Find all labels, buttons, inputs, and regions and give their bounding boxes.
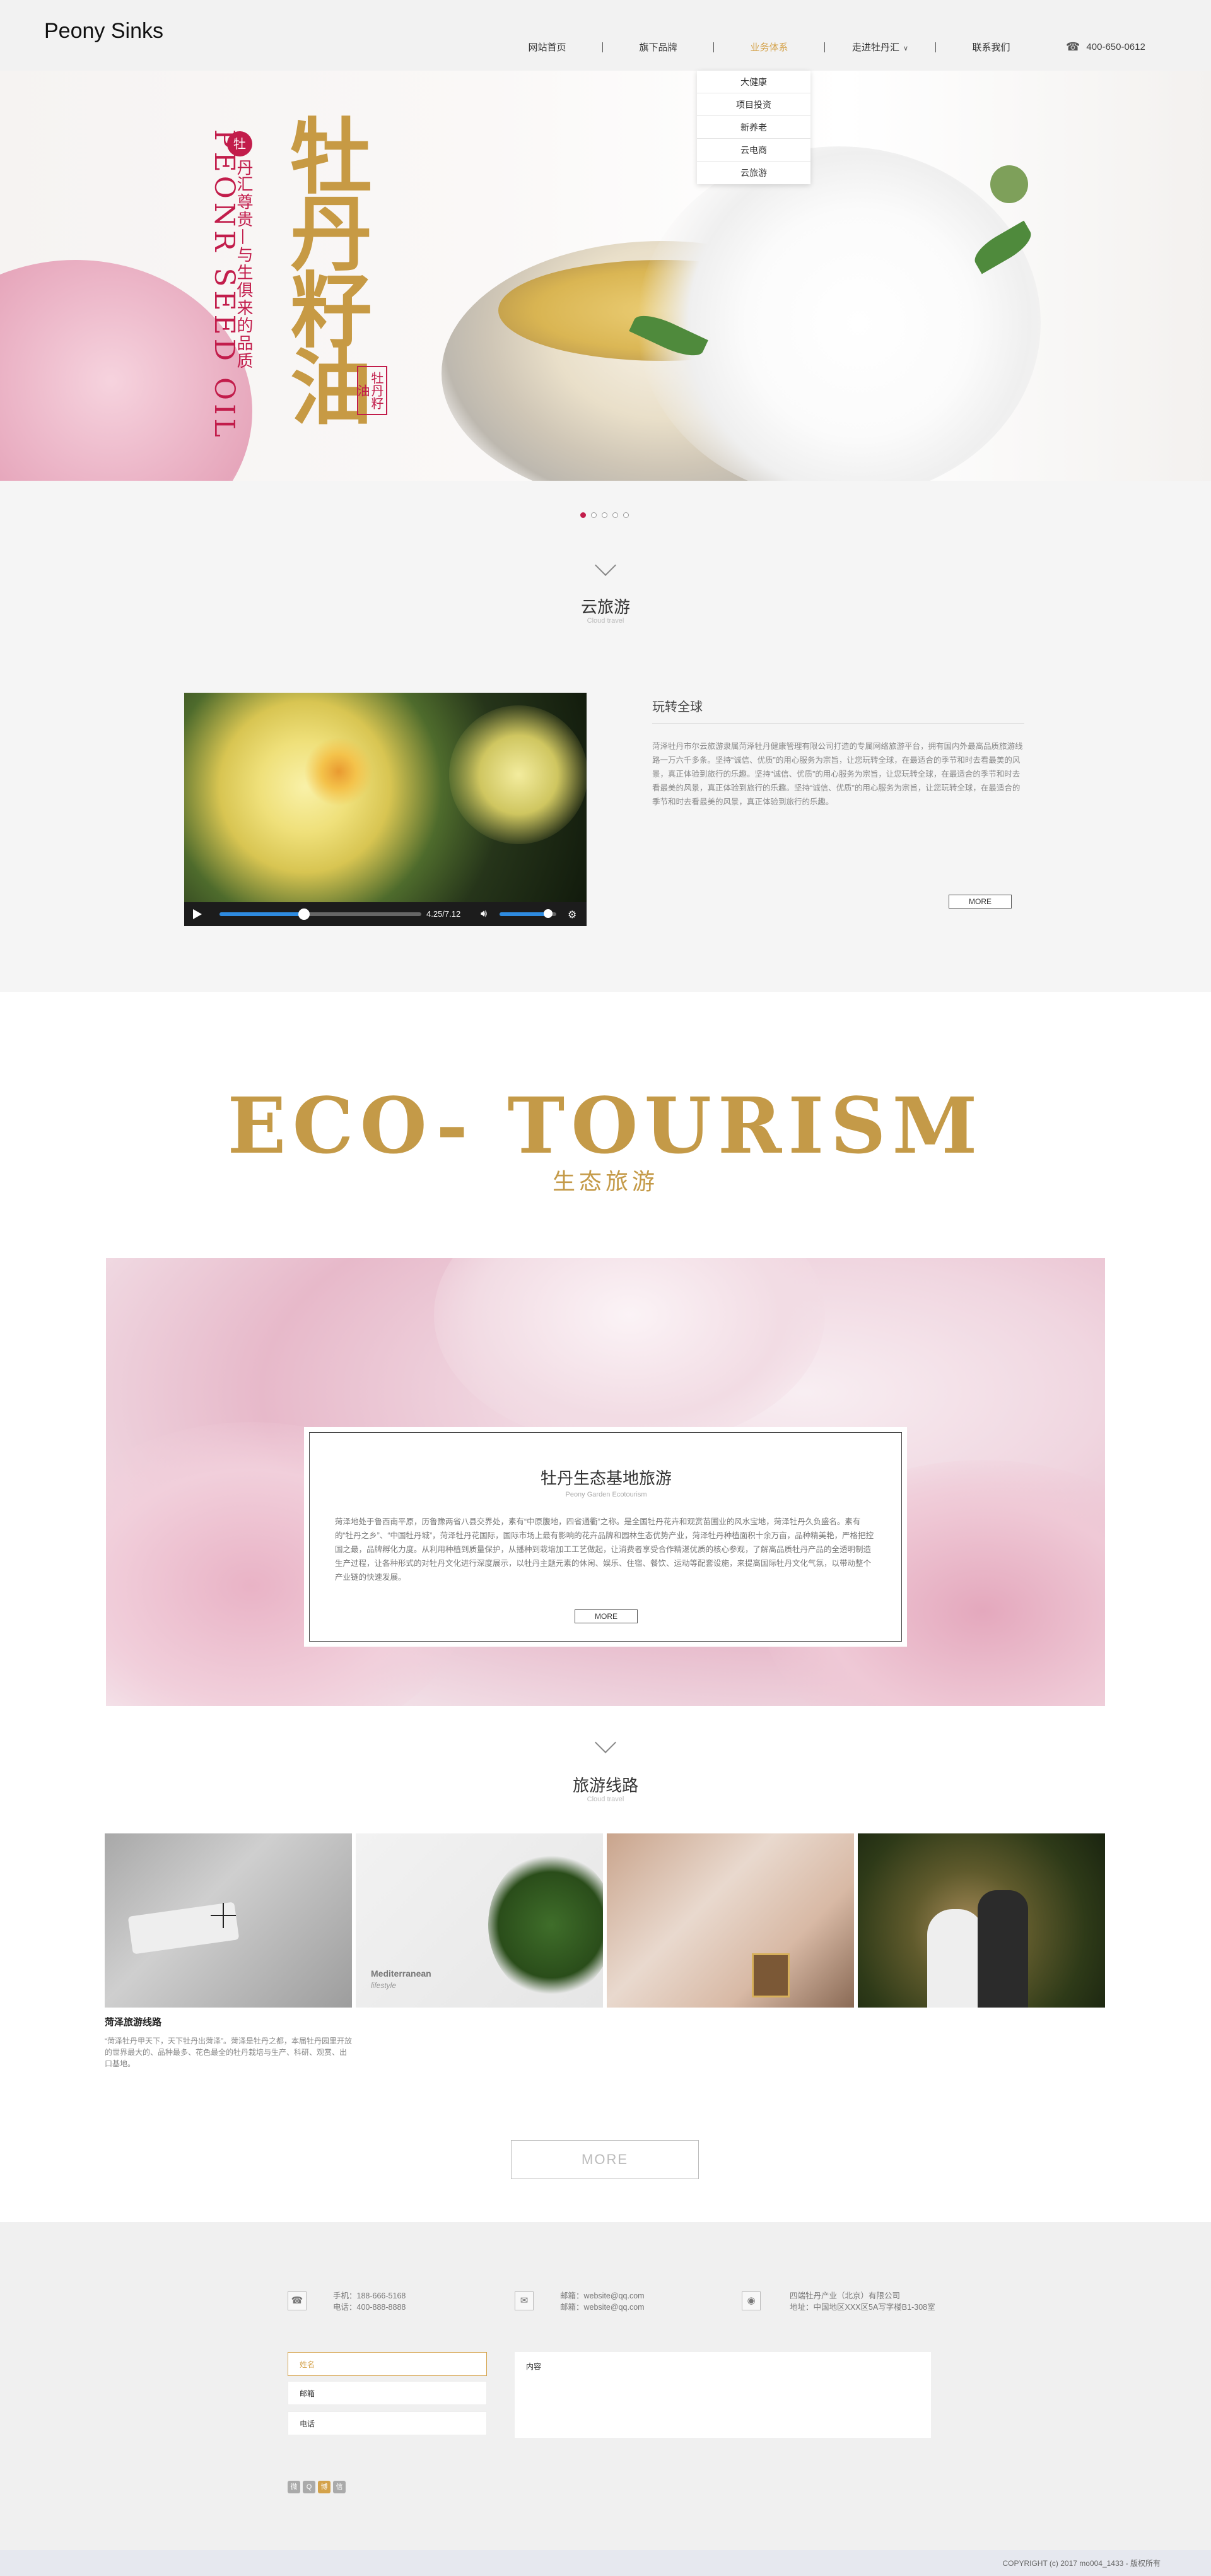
- chevron-down-icon[interactable]: [595, 555, 616, 576]
- hero-tagline: 尊贵—与生俱来的品质: [234, 193, 253, 370]
- fullscreen-icon[interactable]: ⚙: [568, 909, 576, 921]
- intro-more-button[interactable]: MORE: [949, 895, 1012, 909]
- eco-more-button[interactable]: MORE: [575, 1609, 638, 1623]
- routes-subtitle: Cloud travel: [587, 1796, 624, 1803]
- hero-brand-rest: 丹汇: [234, 159, 253, 192]
- carousel-dot[interactable]: [591, 512, 597, 518]
- contact-mobile: 手机：188-666-5168: [333, 2291, 406, 2300]
- video-progress-handle[interactable]: [298, 909, 310, 920]
- carousel-indicators: [580, 512, 629, 518]
- contact-email: 邮箱：website@qq.com 邮箱：website@qq.com: [560, 2290, 645, 2313]
- video-frame-peony-secondary: [449, 705, 587, 844]
- eco-card-subtitle: Peony Garden Ecotourism: [565, 1491, 647, 1498]
- phone-icon: ☎: [1066, 40, 1080, 53]
- petal-shape: [434, 1258, 825, 1447]
- route-caption-text: “菏泽牡丹甲天下，天下牡丹出菏泽”。菏泽是牡丹之都，本届牡丹园里开放的世界最大的…: [105, 2037, 352, 2068]
- bride-shape: [927, 1909, 984, 2008]
- carousel-dot[interactable]: [580, 512, 586, 518]
- eco-card-title: 牡丹生态基地旅游: [540, 1469, 672, 1488]
- eco-info-card: 牡丹生态基地旅游 Peony Garden Ecotourism 菏泽地处于鲁西…: [304, 1427, 907, 1647]
- card-image-text: Mediterranean: [371, 1968, 431, 1979]
- contact-email-1: 邮箱：website@qq.com: [560, 2291, 645, 2300]
- divider: [652, 723, 1024, 724]
- company-name: 四端牡丹产业（北京）有限公司: [790, 2291, 901, 2300]
- volume-icon[interactable]: 🔊︎: [481, 909, 487, 920]
- hotline: ☎ 400-650-0612: [1066, 40, 1145, 54]
- volume-handle[interactable]: [543, 909, 553, 918]
- dropdown-item-elderly-care[interactable]: 新养老: [697, 116, 810, 139]
- leaf-shape: [990, 165, 1028, 203]
- weibo-icon[interactable]: 微: [288, 2481, 300, 2493]
- nav-about-label: 走进牡丹汇: [851, 42, 899, 53]
- mail-icon: ✉: [515, 2291, 534, 2310]
- play-icon[interactable]: [193, 909, 202, 919]
- dropdown-item-cloud-travel[interactable]: 云旅游: [697, 162, 810, 184]
- contact-tel: 电话：400-888-8888: [333, 2303, 406, 2312]
- cloud-travel-title: 云旅游: [580, 597, 630, 616]
- company-address: 地址：中国地区XXX区5A写字楼B1-308室: [790, 2303, 935, 2312]
- email-field[interactable]: 邮箱: [288, 2381, 487, 2405]
- site-header: Peony Sinks 网站首页 旗下品牌 业务体系 走进牡丹汇 ∨ 联系我们 ☎…: [0, 0, 1211, 71]
- video-frame-flower-center: [304, 737, 373, 806]
- route-card-4[interactable]: [858, 1833, 1105, 2008]
- phone-icon: ☎: [288, 2291, 307, 2310]
- nav-contact[interactable]: 联系我们: [936, 40, 1046, 54]
- contact-email-2: 邮箱：website@qq.com: [560, 2303, 645, 2312]
- business-dropdown: 大健康 项目投资 新养老 云电商 云旅游: [697, 71, 810, 184]
- card-image-subtext: lifestyle: [371, 1981, 397, 1990]
- volume-slider[interactable]: [500, 909, 556, 918]
- phone-field[interactable]: 电话: [288, 2411, 487, 2435]
- dropdown-item-investment[interactable]: 项目投资: [697, 93, 810, 116]
- carousel-dot[interactable]: [602, 512, 607, 518]
- intro-text: 菏泽牡丹市尔云旅游隶属菏泽牡丹健康管理有限公司打造的专属网络旅游平台，拥有国内外…: [652, 742, 1023, 806]
- hotline-number: 400-650-0612: [1086, 42, 1145, 52]
- plus-icon[interactable]: [211, 1903, 236, 1928]
- wechat-icon[interactable]: 信: [333, 2481, 346, 2493]
- video-player[interactable]: 4.25/7.12 🔊︎ ⚙: [184, 693, 587, 926]
- contact-company: 四端牡丹产业（北京）有限公司 地址：中国地区XXX区5A写字楼B1-308室: [790, 2290, 935, 2313]
- route-card-1[interactable]: [105, 1833, 352, 2008]
- white-peony-image: [637, 146, 1041, 481]
- dropdown-item-ecommerce[interactable]: 云电商: [697, 139, 810, 162]
- routes-more-button[interactable]: MORE: [511, 2140, 699, 2179]
- contact-phone: 手机：188-666-5168 电话：400-888-8888: [333, 2290, 406, 2313]
- eco-heading: ECO- TOURISM: [227, 1080, 984, 1171]
- route-card-3[interactable]: [607, 1833, 854, 2008]
- video-time: 4.25/7.12: [426, 909, 461, 919]
- route-caption-title: 菏泽旅游线路: [105, 2017, 162, 2028]
- main-nav: 网站首页 旗下品牌 业务体系 走进牡丹汇 ∨ 联系我们: [492, 40, 1046, 54]
- intro-title: 玩转全球: [652, 700, 703, 714]
- dropdown-item-health[interactable]: 大健康: [697, 71, 810, 93]
- eco-subheading: 生态旅游: [552, 1168, 658, 1194]
- qq-icon[interactable]: Q: [303, 2481, 315, 2493]
- nav-business[interactable]: 业务体系: [714, 40, 824, 54]
- watch-shape: [752, 1953, 790, 1997]
- hero-banner[interactable]: [0, 71, 1211, 481]
- nav-brands[interactable]: 旗下品牌: [603, 40, 713, 54]
- copyright: COPYRIGHT (c) 2017 mo004_1433 - 版权所有: [1002, 2559, 1161, 2568]
- eco-card-text: 菏泽地处于鲁西南平原，历鲁豫两省八县交界处，素有“中原腹地，四省通衢”之称。是全…: [335, 1517, 874, 1582]
- nav-about[interactable]: 走进牡丹汇 ∨: [825, 40, 935, 54]
- eco-card-frame: 牡丹生态基地旅游 Peony Garden Ecotourism 菏泽地处于鲁西…: [309, 1432, 902, 1642]
- site-logo[interactable]: Peony Sinks: [44, 19, 163, 44]
- routes-title: 旅游线路: [572, 1776, 638, 1795]
- message-textarea[interactable]: 内容: [515, 2352, 931, 2438]
- location-icon: ◉: [742, 2291, 761, 2310]
- chevron-down-icon: ∨: [903, 45, 909, 52]
- carousel-dot[interactable]: [612, 512, 618, 518]
- cloud-travel-subtitle: Cloud travel: [587, 617, 624, 625]
- route-card-2[interactable]: Mediterranean lifestyle: [356, 1833, 603, 2008]
- video-progress-fill: [219, 912, 305, 916]
- name-field[interactable]: 姓名: [288, 2352, 487, 2376]
- video-controls: 4.25/7.12 🔊︎ ⚙: [184, 902, 587, 926]
- plant-leaves: [488, 1852, 603, 1997]
- blog-icon[interactable]: 博: [318, 2481, 331, 2493]
- volume-fill: [500, 912, 548, 916]
- video-progress-bar[interactable]: [219, 909, 421, 920]
- carousel-dot[interactable]: [623, 512, 629, 518]
- hero-brand-badge: 牡: [227, 131, 252, 156]
- groom-shape: [978, 1890, 1028, 2008]
- nav-home[interactable]: 网站首页: [492, 40, 602, 54]
- hero-seal-stamp: 牡丹籽油: [355, 366, 387, 415]
